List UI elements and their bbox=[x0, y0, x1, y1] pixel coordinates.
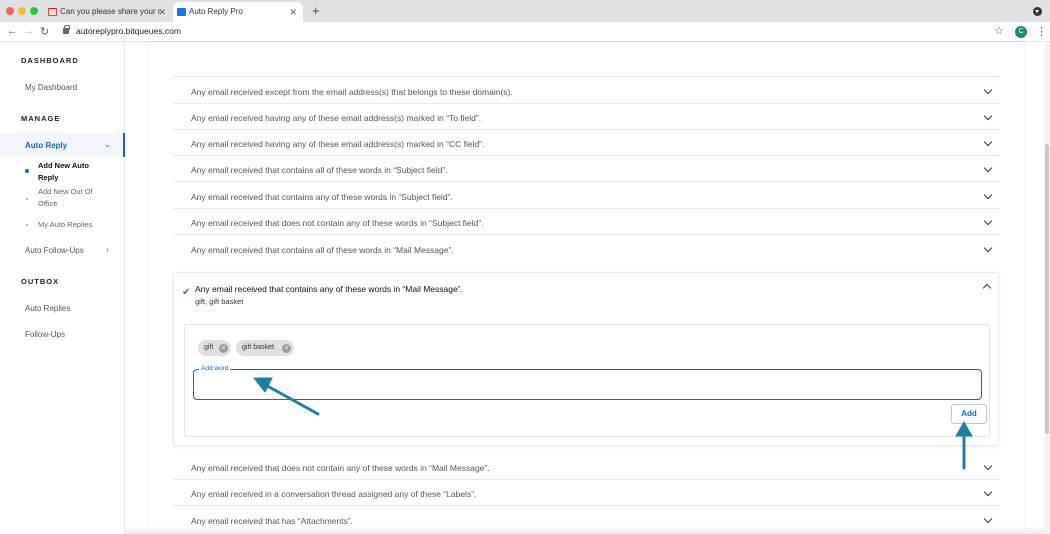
chevron-down-icon[interactable] bbox=[983, 163, 993, 173]
chevron-down-icon[interactable] bbox=[983, 137, 993, 147]
word-editor: gift × gift basket × Add word Add bbox=[184, 324, 990, 437]
scrollbar[interactable] bbox=[1044, 42, 1050, 534]
reload-icon[interactable]: ↻ bbox=[40, 25, 49, 38]
rule-label: Any email received that does not contain… bbox=[191, 463, 490, 473]
sidebar-subitem-add-new-auto-reply[interactable]: Add New Auto Reply bbox=[38, 160, 108, 184]
rule-expanded-panel: ✔ Any email received that contains any o… bbox=[173, 272, 999, 446]
browser-tab-bar: Can you please share your me ✕ Auto Repl… bbox=[0, 0, 1050, 22]
section-heading-manage: MANAGE bbox=[21, 114, 61, 123]
maximize-window-button[interactable] bbox=[30, 7, 38, 15]
chevron-down-icon[interactable] bbox=[983, 243, 993, 253]
add-word-field[interactable]: Add word bbox=[193, 365, 982, 400]
rule-label: Any email received that contains all of … bbox=[191, 245, 454, 255]
remove-chip-icon[interactable]: × bbox=[219, 343, 228, 353]
gmail-icon bbox=[48, 8, 57, 16]
bookmark-star-icon[interactable]: ☆ bbox=[994, 24, 1004, 37]
minimize-window-button[interactable] bbox=[18, 7, 26, 15]
browser-menu-icon[interactable]: ⋮ bbox=[1036, 25, 1047, 38]
rule-selected-words: gift, gift basket bbox=[195, 297, 244, 306]
chip-label: gift basket bbox=[242, 344, 274, 351]
sidebar-item-my-dashboard[interactable]: My Dashboard bbox=[25, 83, 77, 92]
rule-label: Any email received in a conversation thr… bbox=[191, 489, 477, 499]
check-icon: ✔ bbox=[182, 287, 191, 298]
rule-row[interactable]: Any email received having any of these e… bbox=[173, 130, 999, 156]
chevron-down-icon[interactable] bbox=[983, 111, 993, 121]
chevron-down-icon[interactable]: ⌄ bbox=[104, 140, 111, 149]
sidebar-item-auto-follow-ups[interactable]: Auto Follow-Ups bbox=[25, 246, 84, 255]
rule-row[interactable]: Any email received that contains all of … bbox=[173, 156, 999, 182]
close-tab-icon[interactable]: ✕ bbox=[158, 2, 166, 22]
chip-label: gift bbox=[204, 344, 214, 351]
bullet-icon bbox=[26, 198, 28, 200]
forward-icon[interactable]: → bbox=[23, 25, 34, 37]
chevron-down-icon[interactable] bbox=[983, 514, 993, 524]
rule-row[interactable]: Any email received that does not contain… bbox=[173, 454, 999, 480]
browser-tab-auto-reply-pro[interactable]: Auto Reply Pro ✕ bbox=[173, 2, 303, 22]
sidebar-item-outbox-auto-replies[interactable]: Auto Replies bbox=[25, 304, 70, 313]
add-word-button[interactable]: Add bbox=[951, 404, 987, 424]
rule-row[interactable]: Any email received that does not contain… bbox=[173, 209, 999, 235]
current-item-bullet-icon bbox=[25, 169, 29, 173]
add-word-input[interactable] bbox=[202, 378, 972, 392]
rule-row-partial[interactable] bbox=[173, 52, 999, 77]
rule-row[interactable]: Any email received except from the email… bbox=[173, 78, 999, 104]
rule-row[interactable]: Any email received that contains all of … bbox=[173, 236, 999, 262]
profile-avatar[interactable]: C bbox=[1015, 26, 1027, 38]
bottom-shadow bbox=[125, 526, 1044, 534]
close-tab-icon[interactable]: ✕ bbox=[289, 2, 297, 22]
lock-icon bbox=[63, 25, 70, 34]
rule-label: Any email received that has “Attachments… bbox=[191, 516, 354, 526]
rule-label: Any email received that does not contain… bbox=[191, 218, 484, 228]
sidebar-item-auto-reply[interactable]: Auto Reply bbox=[25, 141, 67, 150]
scrollbar-thumb[interactable] bbox=[1045, 144, 1049, 434]
chevron-up-icon[interactable] bbox=[982, 283, 992, 293]
rule-label: Any email received having any of these e… bbox=[191, 113, 482, 123]
url-text[interactable]: autoreplypro.bitqueues.com bbox=[76, 26, 181, 36]
chevron-right-icon[interactable]: › bbox=[106, 245, 109, 254]
sidebar-subitem-add-new-out-of-office[interactable]: Add New Out Of Office bbox=[38, 186, 108, 210]
new-tab-icon[interactable]: + bbox=[312, 3, 320, 18]
word-chip: gift × bbox=[198, 340, 231, 356]
close-window-button[interactable] bbox=[6, 7, 14, 15]
rule-row[interactable]: Any email received that contains any of … bbox=[173, 183, 999, 209]
app-favicon-icon bbox=[177, 8, 186, 16]
browser-tab-gmail[interactable]: Can you please share your me ✕ bbox=[44, 2, 172, 22]
tab-title: Can you please share your me bbox=[60, 7, 160, 16]
chevron-down-icon[interactable] bbox=[983, 461, 993, 471]
add-word-label: Add word bbox=[199, 365, 231, 372]
sidebar-item-outbox-follow-ups[interactable]: Follow-Ups bbox=[25, 330, 65, 339]
word-chip: gift basket × bbox=[236, 340, 294, 356]
address-bar: ← → ↻ autoreplypro.bitqueues.com ☆ C ⋮ bbox=[0, 22, 1050, 42]
chevron-down-icon[interactable] bbox=[983, 85, 993, 95]
rule-row[interactable]: Any email received in a conversation thr… bbox=[173, 480, 999, 506]
sidebar-subitem-my-auto-replies[interactable]: My Auto Replies bbox=[38, 219, 108, 231]
section-heading-dashboard: DASHBOARD bbox=[21, 56, 79, 65]
chevron-down-icon[interactable] bbox=[983, 487, 993, 497]
back-icon[interactable]: ← bbox=[7, 25, 18, 37]
rule-label: Any email received that contains any of … bbox=[191, 192, 453, 202]
remove-chip-icon[interactable]: × bbox=[282, 343, 291, 353]
section-heading-outbox: OUTBOX bbox=[21, 277, 60, 286]
bullet-icon bbox=[26, 224, 28, 226]
rule-label: Any email received that contains all of … bbox=[191, 165, 448, 175]
chevron-down-icon[interactable] bbox=[983, 190, 993, 200]
chevron-down-icon[interactable] bbox=[983, 216, 993, 226]
tab-search-icon[interactable] bbox=[1033, 7, 1042, 16]
rule-title[interactable]: Any email received that contains any of … bbox=[195, 284, 463, 294]
rule-label: Any email received having any of these e… bbox=[191, 139, 485, 149]
tab-title: Auto Reply Pro bbox=[189, 7, 243, 16]
sidebar: DASHBOARD My Dashboard MANAGE Auto Reply… bbox=[0, 42, 125, 534]
rule-label: Any email received except from the email… bbox=[191, 87, 513, 97]
rule-label bbox=[191, 52, 193, 60]
rule-row[interactable]: Any email received having any of these e… bbox=[173, 104, 999, 130]
